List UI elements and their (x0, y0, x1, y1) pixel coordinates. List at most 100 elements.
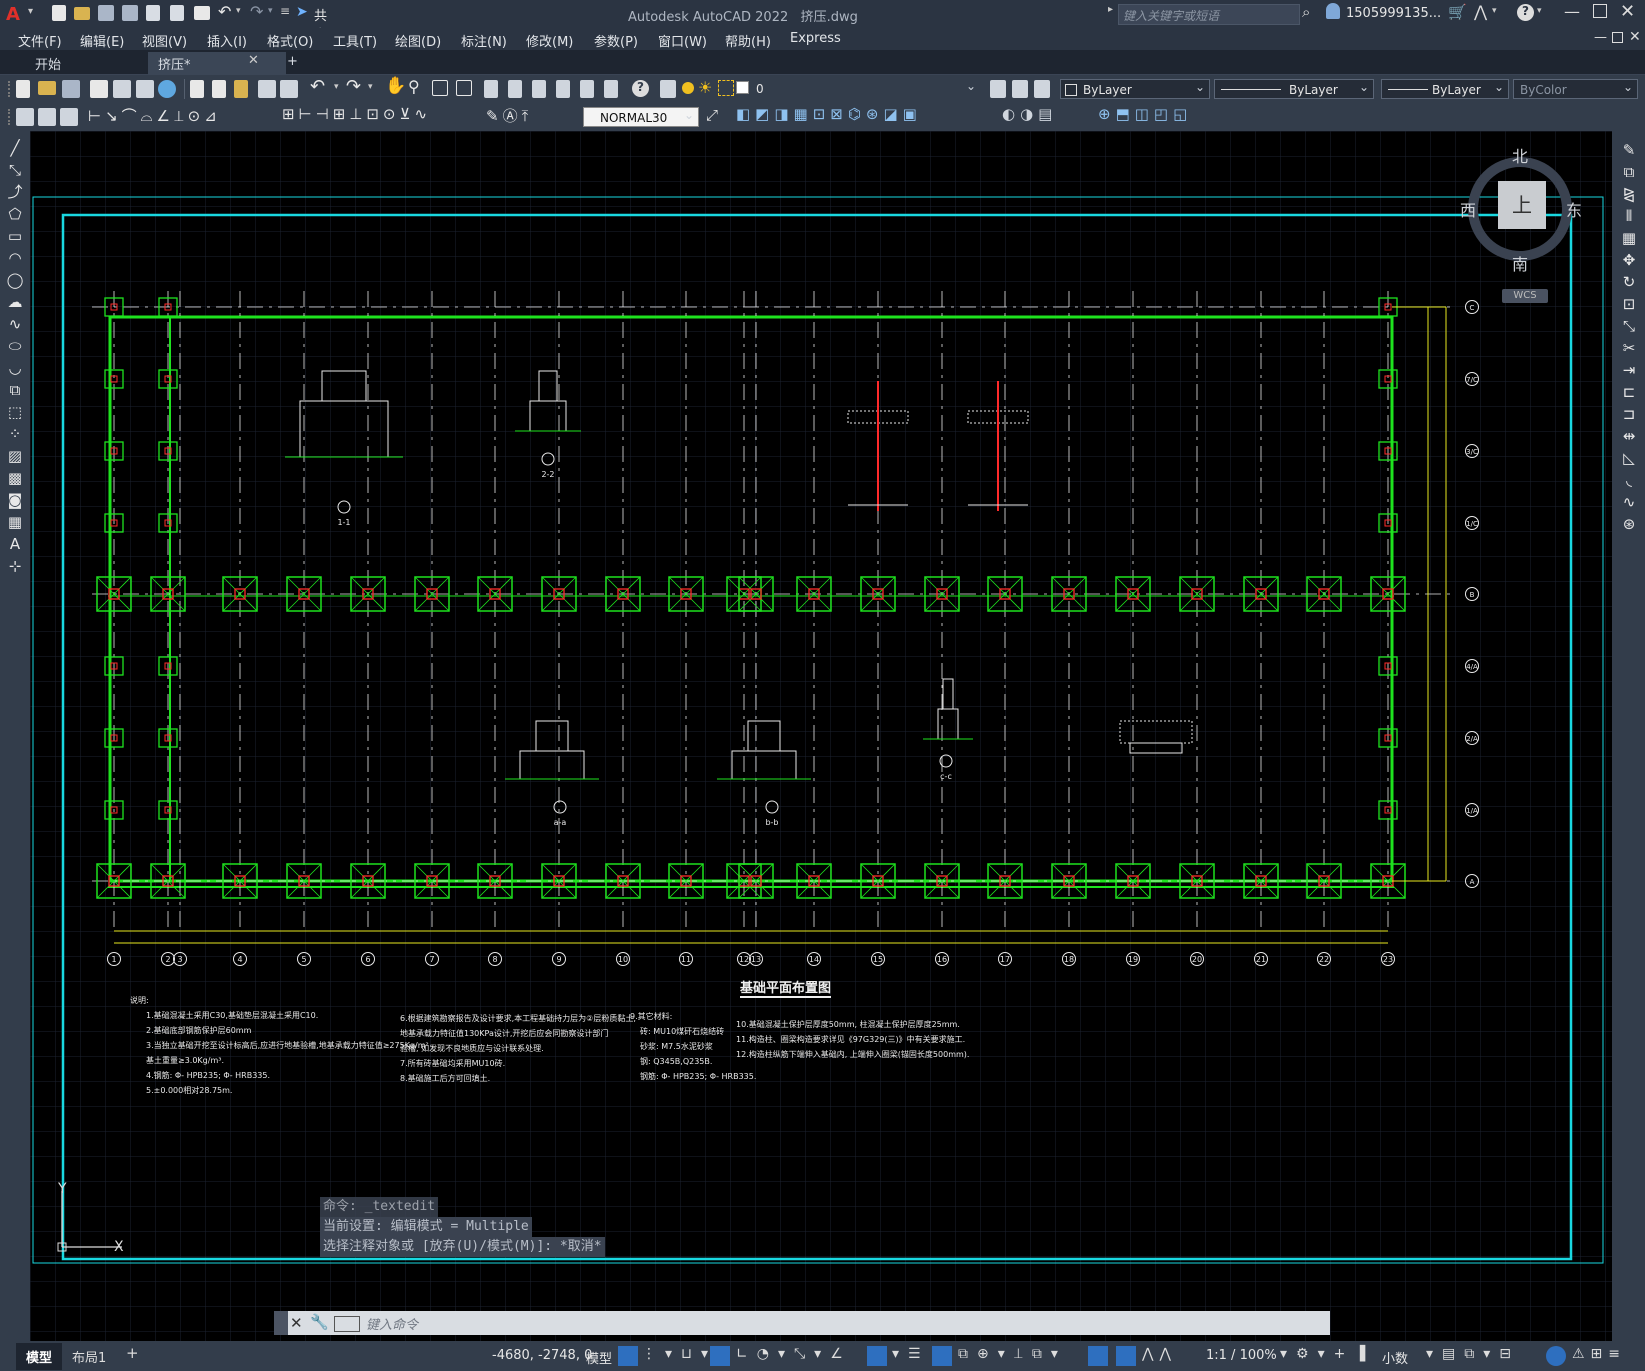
isolate-objects-icon[interactable] (1546, 1346, 1566, 1366)
tb-dim-update-icon[interactable] (38, 108, 56, 126)
tab-start[interactable]: 开始 (25, 52, 71, 77)
tb-new-icon[interactable] (16, 80, 30, 98)
circle-icon[interactable]: ◯ (6, 269, 24, 291)
drawing-canvas[interactable]: 1 2 3 4 5 6 7 8 9 10 11 12 13 14 15 16 17 18 19 20 21 22 23 C 7/… (30, 131, 1612, 1341)
tb-dim-override-icon[interactable] (60, 108, 78, 126)
tb-design-center-icon[interactable] (508, 80, 522, 98)
add-selected-icon[interactable]: ⊹ (6, 555, 24, 577)
copy-icon[interactable]: ⧉ (1620, 161, 1638, 183)
dimension-tools-icons[interactable]: ⊢↘⌒⌓∠⟂⊙⊿ (88, 105, 221, 126)
osnap-toggle-icon[interactable] (867, 1346, 887, 1366)
coordinates-readout[interactable]: -4680, -2748, 0 (492, 1348, 592, 1363)
command-customize-icon[interactable]: 🔧 (310, 1313, 329, 1331)
command-grip[interactable] (274, 1311, 288, 1335)
app-menu-chevron-icon[interactable]: ▾ (28, 6, 33, 17)
status-toggle-icons[interactable]: ⋮▾⊔▾ (642, 1346, 717, 1362)
tb-undo-icon[interactable]: ↶ (310, 76, 325, 97)
undo-dropdown-icon[interactable]: ▾ (236, 6, 241, 16)
redo-icon[interactable]: ↷ (250, 2, 263, 21)
save-as-icon[interactable] (122, 5, 138, 21)
app-dropdown-icon[interactable]: ▾ (1492, 6, 1497, 16)
doc-close-icon[interactable]: ✕ (1629, 29, 1641, 45)
viewcube-south[interactable]: 南 (1512, 251, 1528, 275)
tb-copy-icon[interactable] (212, 80, 226, 98)
tb-redo-dropdown-icon[interactable]: ▾ (368, 82, 373, 92)
doc-restore-icon[interactable] (1612, 32, 1623, 43)
text-style-combo[interactable]: NORMAL30 (583, 105, 699, 127)
transparency-toggle-icon[interactable] (932, 1346, 952, 1366)
autodesk-app-icon[interactable]: ⋀ (1474, 2, 1487, 21)
layer-thaw-icon[interactable]: ☀ (698, 78, 712, 97)
tb-properties-icon[interactable] (484, 80, 498, 98)
tb-dim-style-icon[interactable] (16, 108, 34, 126)
viewcube-east[interactable]: 东 (1566, 197, 1582, 221)
viewcube-west[interactable]: 西 (1460, 197, 1476, 221)
search-input[interactable]: 键入关键字或短语 (1118, 4, 1300, 25)
tb-save-icon[interactable] (62, 80, 80, 98)
fillet-icon[interactable]: ◟ (1620, 469, 1638, 491)
arc-icon[interactable]: ◠ (6, 247, 24, 269)
cart-icon[interactable]: 🛒 (1448, 3, 1467, 21)
new-icon[interactable] (52, 5, 66, 21)
status-toggle-icons-3[interactable]: ▾☰ (892, 1346, 930, 1362)
user-name[interactable]: 1505999135... (1346, 6, 1441, 21)
erase-icon[interactable]: ✎ (1620, 139, 1638, 161)
tb-zoom-previous-icon[interactable] (456, 80, 472, 96)
menu-help[interactable]: 帮助(H) (725, 31, 771, 50)
doc-minimize-icon[interactable]: — (1594, 30, 1607, 45)
linetype-combo[interactable]: ByLayer (1214, 77, 1374, 99)
notes-block-4[interactable]: 10.基础混凝土保护层厚度50mm, 柱混凝土保护层厚度25mm. 11.构造柱… (736, 1017, 969, 1062)
modify-tools-icons[interactable]: ◧◩◨▦⊡⊠⌬⊛◪▣ (736, 105, 922, 123)
ellipse-arc-icon[interactable]: ◡ (6, 357, 24, 379)
insert-block-icon[interactable]: ⧉ (6, 379, 24, 401)
viewcube-face[interactable]: 上 (1498, 181, 1546, 229)
ellipse-icon[interactable]: ⬭ (6, 335, 24, 357)
user-icon[interactable] (1326, 3, 1340, 19)
tb-pan-icon[interactable]: ✋ (385, 76, 406, 96)
tb-markup-icon[interactable] (580, 80, 594, 98)
layer-state-icon[interactable] (1034, 80, 1050, 98)
menu-dimension[interactable]: 标注(N) (461, 31, 507, 50)
plot-icon[interactable] (194, 6, 210, 20)
customize-qat-icon[interactable]: ≡ (280, 4, 290, 18)
tab-add-button[interactable]: + (277, 52, 308, 77)
tab-close-icon[interactable]: ✕ (248, 53, 259, 68)
tb-publish-icon[interactable] (136, 80, 154, 98)
status-toggle-icons-7[interactable]: ⚠⊞≡ (1572, 1346, 1626, 1362)
menu-express[interactable]: Express (790, 31, 841, 46)
units-value[interactable]: 小数 (1382, 1348, 1408, 1367)
tb-zoom-realtime-icon[interactable]: ⚲ (408, 77, 420, 96)
maximize-icon[interactable] (1593, 4, 1607, 18)
line-icon[interactable]: ╱ (6, 137, 24, 159)
menu-draw[interactable]: 绘图(D) (395, 31, 441, 50)
tb-match-props-icon[interactable] (258, 80, 276, 98)
tb-redo-icon[interactable]: ↷ (346, 76, 361, 97)
rectangle-icon[interactable]: ▭ (6, 225, 24, 247)
plotstyle-combo[interactable]: ByColor (1513, 77, 1638, 99)
mtext-icon[interactable]: A (6, 533, 24, 555)
modify-tools-2-icons[interactable]: ◐◑▤ (1002, 105, 1057, 123)
tb-calculator-icon[interactable] (604, 80, 618, 98)
layer-combo[interactable]: 0 (750, 76, 980, 99)
menu-format[interactable]: 格式(O) (267, 31, 313, 50)
menu-edit[interactable]: 编辑(E) (80, 31, 124, 50)
break-icon[interactable]: ⊐ (1620, 403, 1638, 425)
tb-block-editor-icon[interactable] (280, 80, 298, 98)
tb-paste-icon[interactable] (234, 80, 248, 98)
drawing-title[interactable]: 基础平面布置图 (740, 977, 832, 998)
menu-insert[interactable]: 插入(I) (207, 31, 247, 50)
help-icon[interactable]: ? (1517, 4, 1534, 21)
close-icon[interactable]: ✕ (1620, 1, 1635, 22)
viewcube-north[interactable]: 北 (1512, 143, 1528, 167)
break-point-icon[interactable]: ⊏ (1620, 381, 1638, 403)
mirror-icon[interactable]: ⧎ (1620, 183, 1638, 205)
layer-properties-icon[interactable] (660, 80, 676, 98)
rotate-icon[interactable]: ↻ (1620, 271, 1638, 293)
make-block-icon[interactable]: ⬚ (6, 401, 24, 423)
offset-icon[interactable]: ⫴ (1620, 205, 1638, 227)
text-edit-tools-icons[interactable]: ✎Ⓐ⤒ (486, 105, 532, 126)
stretch-icon[interactable]: ⤡ (1620, 315, 1638, 337)
tb-sheet-set-icon[interactable] (556, 80, 570, 98)
sheet-set-icon[interactable] (146, 5, 160, 21)
dimension-tools-2-icons[interactable]: ⊞⊢⊣⊞⊥⊡⊙⊻∿ (282, 105, 431, 123)
